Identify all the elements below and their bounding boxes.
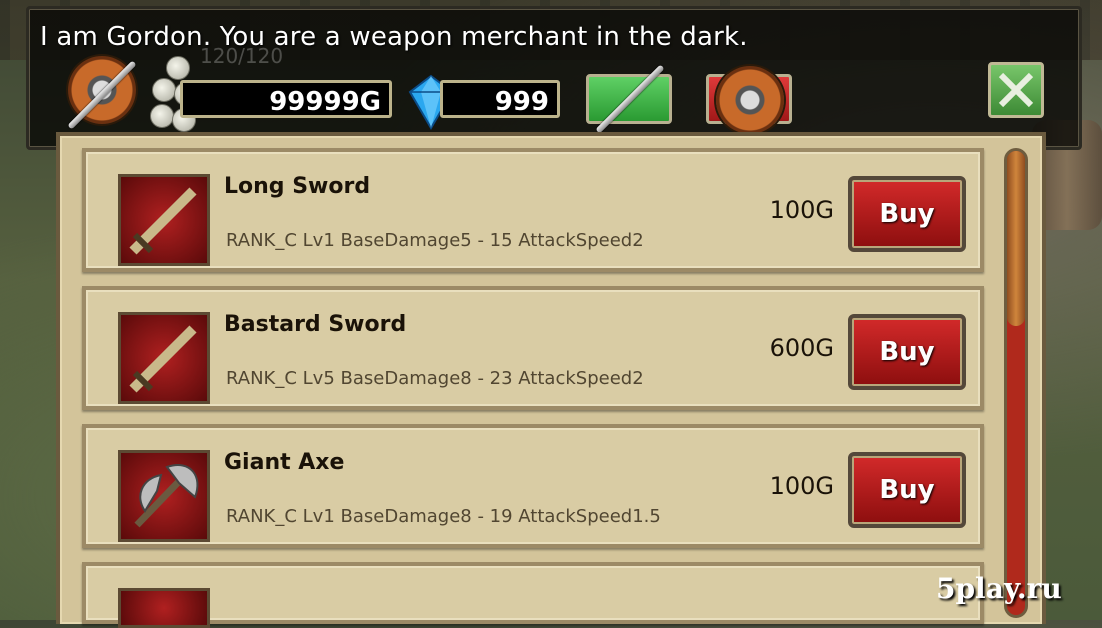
shop-item-row: Giant Axe RANK_C Lv1 BaseDamage8 - 19 At… (82, 424, 984, 548)
npc-dialog-text: I am Gordon. You are a weapon merchant i… (40, 22, 748, 52)
item-price: 100G (769, 472, 834, 500)
item-price: 600G (769, 334, 834, 362)
scrollbar[interactable] (1004, 148, 1028, 618)
close-x-icon (998, 72, 1034, 108)
gem-counter: 999 (440, 80, 560, 118)
hp-readout: 120/120 (200, 44, 284, 68)
item-description: RANK_C Lv5 BaseDamage8 - 23 AttackSpeed2 (226, 368, 644, 389)
item-name: Bastard Sword (224, 312, 407, 337)
bastard-sword-icon (118, 312, 210, 404)
item-name: Long Sword (224, 174, 371, 199)
gold-counter: 99999G (180, 80, 392, 118)
buy-button[interactable]: Buy (848, 452, 966, 528)
item-description: RANK_C Lv1 BaseDamage8 - 19 AttackSpeed1… (226, 506, 661, 527)
item-name: Giant Axe (224, 450, 345, 475)
scrollbar-thumb[interactable] (1007, 151, 1025, 326)
item-thumbnail (118, 588, 210, 628)
buy-button[interactable]: Buy (848, 314, 966, 390)
long-sword-icon (118, 174, 210, 266)
giant-axe-icon (118, 450, 210, 542)
shop-item-row: Bastard Sword RANK_C Lv5 BaseDamage8 - 2… (82, 286, 984, 410)
close-button[interactable] (988, 62, 1044, 118)
item-description: RANK_C Lv1 BaseDamage5 - 15 AttackSpeed2 (226, 230, 644, 251)
watermark: 5play.ru (936, 572, 1062, 605)
item-price: 100G (769, 196, 834, 224)
buy-button[interactable]: Buy (848, 176, 966, 252)
shop-item-row: Long Sword RANK_C Lv1 BaseDamage5 - 15 A… (82, 148, 984, 272)
shop-panel[interactable]: Long Sword RANK_C Lv1 BaseDamage5 - 15 A… (56, 132, 1046, 628)
shop-item-row-partial (82, 562, 984, 628)
shield-icon (716, 66, 784, 134)
